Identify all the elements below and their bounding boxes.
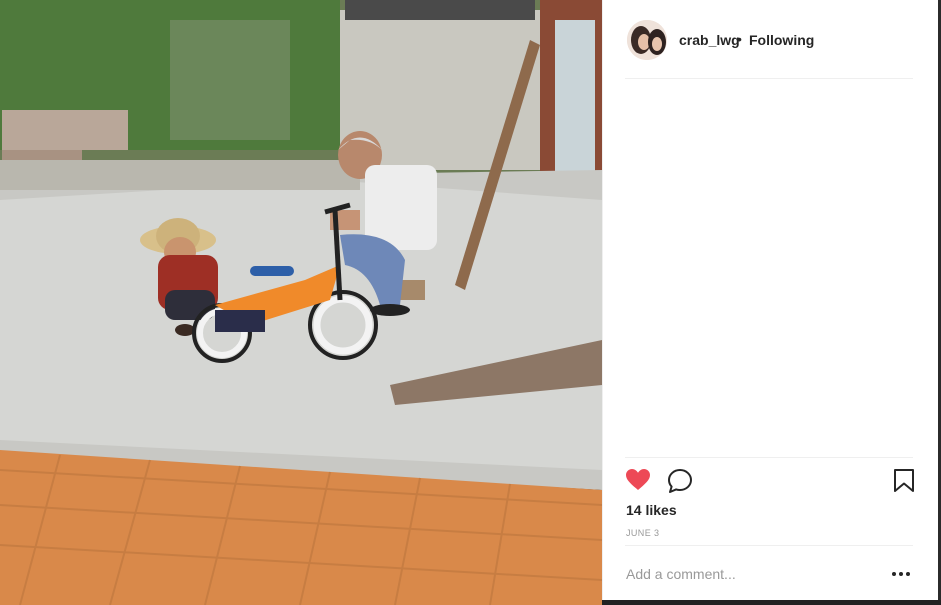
post-photo[interactable] [0, 0, 602, 605]
comment-bubble-icon[interactable] [667, 468, 693, 494]
heart-icon[interactable] [625, 468, 651, 492]
post-author-username[interactable]: crab_lwg [679, 32, 740, 48]
separator-dot: • [737, 31, 742, 47]
post-header: crab_lwg • Following [603, 0, 939, 78]
background-strip [602, 600, 941, 605]
post-details-panel: crab_lwg • Following 14 likes JUNE 3 [602, 0, 939, 600]
bookmark-icon[interactable] [893, 468, 915, 494]
avatar[interactable] [627, 20, 667, 60]
comment-input[interactable] [626, 560, 876, 588]
post-date: JUNE 3 [626, 528, 660, 538]
comment-box-divider [625, 545, 913, 546]
likes-count[interactable]: 14 likes [626, 502, 677, 518]
follow-status-button[interactable]: Following [749, 32, 814, 48]
header-divider [625, 78, 913, 79]
more-options-icon[interactable] [890, 564, 912, 584]
comments-divider [625, 457, 913, 458]
